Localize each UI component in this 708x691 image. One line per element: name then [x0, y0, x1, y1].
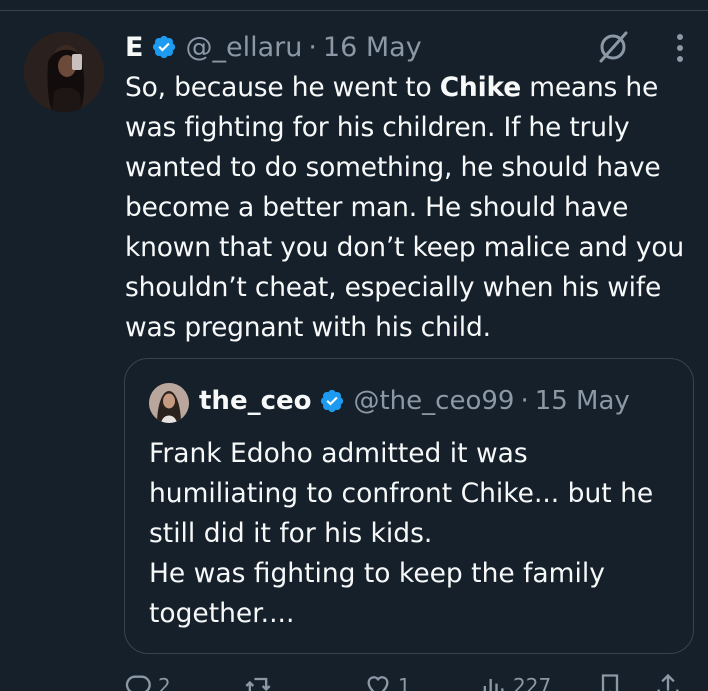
- author-name[interactable]: E: [125, 32, 143, 63]
- quote-date[interactable]: 15 May: [535, 386, 630, 416]
- quote-author-name[interactable]: the_ceo: [199, 386, 311, 416]
- more-options-icon[interactable]: [668, 32, 692, 64]
- tweet-text-part1: So, because he went to: [125, 72, 440, 103]
- views-icon: [483, 679, 504, 691]
- tweet-text: So, because he went to Chike means he wa…: [125, 68, 700, 348]
- share-button[interactable]: [654, 672, 688, 691]
- views-count: 227: [513, 674, 552, 691]
- quote-text: Frank Edoho admitted it was humiliating …: [149, 438, 654, 629]
- reply-button[interactable]: 2: [124, 672, 171, 691]
- top-divider: [0, 10, 708, 11]
- avatar-photo: [24, 32, 104, 112]
- separator-dot: ·: [308, 31, 317, 63]
- repost-button[interactable]: [244, 672, 278, 691]
- reply-count: 2: [158, 674, 171, 691]
- verified-badge-icon: [153, 35, 176, 59]
- views-button[interactable]: 227: [479, 672, 551, 691]
- share-icon: [657, 673, 679, 691]
- quote-verified-badge-icon: [321, 389, 344, 413]
- reply-icon: [125, 675, 151, 691]
- grok-icon[interactable]: [594, 28, 632, 66]
- like-button[interactable]: 1: [364, 672, 411, 691]
- bookmark-button[interactable]: [596, 672, 630, 691]
- like-count: 1: [398, 674, 411, 691]
- quote-avatar-photo: [149, 383, 189, 423]
- quote-avatar[interactable]: [149, 383, 189, 423]
- quote-separator-dot: ·: [520, 386, 529, 416]
- quoted-tweet-card[interactable]: the_ceo @the_ceo99 · 15 May Frank Edoho …: [124, 358, 694, 654]
- tweet-date[interactable]: 16 May: [323, 32, 422, 63]
- tweet-text-part2: means he was fighting for his children. …: [125, 72, 684, 343]
- author-handle[interactable]: @_ellaru: [185, 32, 302, 63]
- tweet-text-bold: Chike: [439, 72, 521, 103]
- quote-author-handle[interactable]: @the_ceo99: [353, 386, 514, 416]
- bookmark-icon: [601, 674, 619, 691]
- action-bar: 2 1 227: [124, 672, 694, 691]
- heart-icon: [367, 676, 389, 691]
- tweet-header: E @_ellaru · 16 May: [125, 27, 422, 67]
- tweet-detail-view: E @_ellaru · 16 May So, because he went …: [0, 0, 708, 691]
- avatar[interactable]: [24, 32, 104, 112]
- quote-header: the_ceo @the_ceo99 · 15 May: [199, 381, 630, 421]
- repost-icon: [245, 677, 271, 691]
